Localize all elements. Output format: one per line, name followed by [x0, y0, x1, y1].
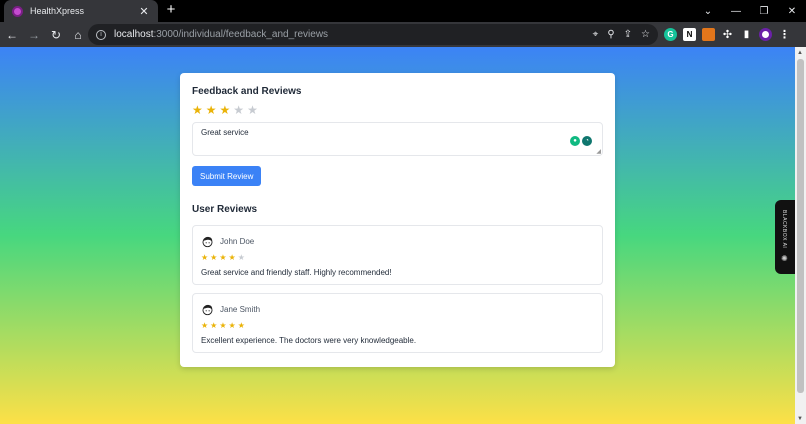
browser-toolbar: ← → ↻ ⌂ i localhost:3000/individual/feed…	[0, 22, 806, 47]
forward-icon[interactable]: →	[24, 28, 44, 42]
blackbox-side-tab[interactable]: BLACKBOX AI ✺	[775, 200, 795, 274]
review-star: ★	[228, 253, 236, 262]
window-controls: ⌄ — ❐ ✕	[694, 0, 806, 22]
reviewer: John Doe	[201, 235, 594, 248]
minimize-button[interactable]: —	[722, 6, 750, 17]
review-star: ★	[237, 253, 245, 262]
side-panel-icon[interactable]: ▮	[740, 28, 753, 41]
address-bar[interactable]: i localhost:3000/individual/feedback_and…	[88, 24, 658, 45]
review-star: ★	[228, 321, 236, 330]
close-window-button[interactable]: ✕	[778, 6, 806, 17]
restore-button[interactable]: ❐	[750, 6, 778, 17]
bulb-icon[interactable]: ●	[570, 136, 580, 146]
grammarly-icon[interactable]: G	[664, 28, 677, 41]
user-avatar-icon	[202, 236, 213, 248]
extension-icons: G N ✣ ▮ ⋮	[664, 26, 791, 43]
profile-avatar[interactable]	[759, 28, 772, 41]
new-tab-button[interactable]: +	[164, 2, 178, 18]
feedback-title: Feedback and Reviews	[192, 86, 302, 97]
reload-icon[interactable]: ↻	[46, 28, 66, 42]
review-star: ★	[201, 321, 209, 330]
rating-star-2[interactable]: ★	[206, 104, 217, 116]
tab-strip: HealthXpress ✕ + ⌄ — ❐ ✕	[0, 0, 806, 22]
review-textarea[interactable]: Great service ● ◔ ◢	[192, 122, 603, 156]
rating-input: ★ ★ ★ ★ ★	[192, 104, 603, 116]
grammar-check-icon[interactable]: ◔	[582, 136, 592, 146]
review-rating: ★ ★ ★ ★ ★	[201, 322, 594, 330]
blackbox-icon: ✺	[781, 254, 788, 263]
review-star: ★	[210, 253, 218, 262]
resize-handle-icon[interactable]: ◢	[596, 148, 601, 155]
notion-icon[interactable]: N	[683, 28, 696, 41]
review-star: ★	[237, 321, 245, 330]
tab-close-icon[interactable]: ✕	[138, 5, 150, 18]
location-icon[interactable]: ⌖	[593, 29, 599, 40]
review-card: John Doe ★ ★ ★ ★ ★ Great service and fri…	[192, 225, 603, 285]
rating-star-5[interactable]: ★	[247, 104, 258, 116]
submit-review-button[interactable]: Submit Review	[192, 166, 262, 186]
user-avatar-icon	[202, 304, 213, 316]
review-textarea-value: Great service	[201, 128, 249, 137]
review-star: ★	[210, 321, 218, 330]
reviewer-name: Jane Smith	[220, 305, 261, 314]
scroll-down-icon[interactable]: ▼	[797, 416, 803, 422]
bookmark-star-icon[interactable]: ☆	[641, 29, 650, 40]
back-icon[interactable]: ←	[2, 28, 22, 42]
reviewer: Jane Smith	[201, 303, 594, 316]
tab-title: HealthXpress	[30, 6, 85, 16]
chrome-menu-icon[interactable]: ⋮	[778, 28, 791, 41]
review-card: Jane Smith ★ ★ ★ ★ ★ Excellent experienc…	[192, 293, 603, 353]
share-icon[interactable]: ⇪	[624, 29, 632, 40]
scroll-up-icon[interactable]: ▲	[797, 50, 803, 56]
page-scrollbar[interactable]: ▲ ▼	[795, 47, 806, 424]
metamask-icon[interactable]	[702, 28, 715, 41]
rating-star-4[interactable]: ★	[233, 104, 244, 116]
rating-star-1[interactable]: ★	[192, 104, 203, 116]
puzzle-extensions-icon[interactable]: ✣	[721, 28, 734, 41]
feedback-card: Feedback and Reviews ★ ★ ★ ★ ★ Great ser…	[180, 73, 615, 367]
zoom-icon[interactable]: ⚲	[607, 29, 614, 40]
textarea-extension-icons: ● ◔	[570, 136, 592, 146]
review-star: ★	[201, 253, 209, 262]
review-rating: ★ ★ ★ ★ ★	[201, 254, 594, 262]
tab-search-icon[interactable]: ⌄	[694, 6, 722, 17]
reviewer-name: John Doe	[220, 237, 255, 246]
url-path: :3000/individual/feedback_and_reviews	[153, 29, 329, 40]
url-host: localhost	[114, 29, 154, 40]
site-info-icon[interactable]: i	[96, 29, 106, 40]
review-star: ★	[219, 321, 227, 330]
page-viewport: Feedback and Reviews ★ ★ ★ ★ ★ Great ser…	[0, 47, 795, 424]
omnibox-actions: ⌖ ⚲ ⇪ ☆	[593, 24, 650, 45]
browser-tab[interactable]: HealthXpress ✕	[4, 0, 158, 22]
home-icon[interactable]: ⌂	[68, 28, 88, 42]
scroll-thumb[interactable]	[797, 59, 804, 393]
user-reviews-title: User Reviews	[192, 204, 258, 215]
favicon-icon	[12, 5, 23, 17]
side-tab-label: BLACKBOX AI	[781, 210, 787, 249]
rating-star-3[interactable]: ★	[220, 104, 231, 116]
review-comment: Excellent experience. The doctors were v…	[201, 336, 417, 345]
review-star: ★	[219, 253, 227, 262]
review-comment: Great service and friendly staff. Highly…	[201, 268, 392, 277]
